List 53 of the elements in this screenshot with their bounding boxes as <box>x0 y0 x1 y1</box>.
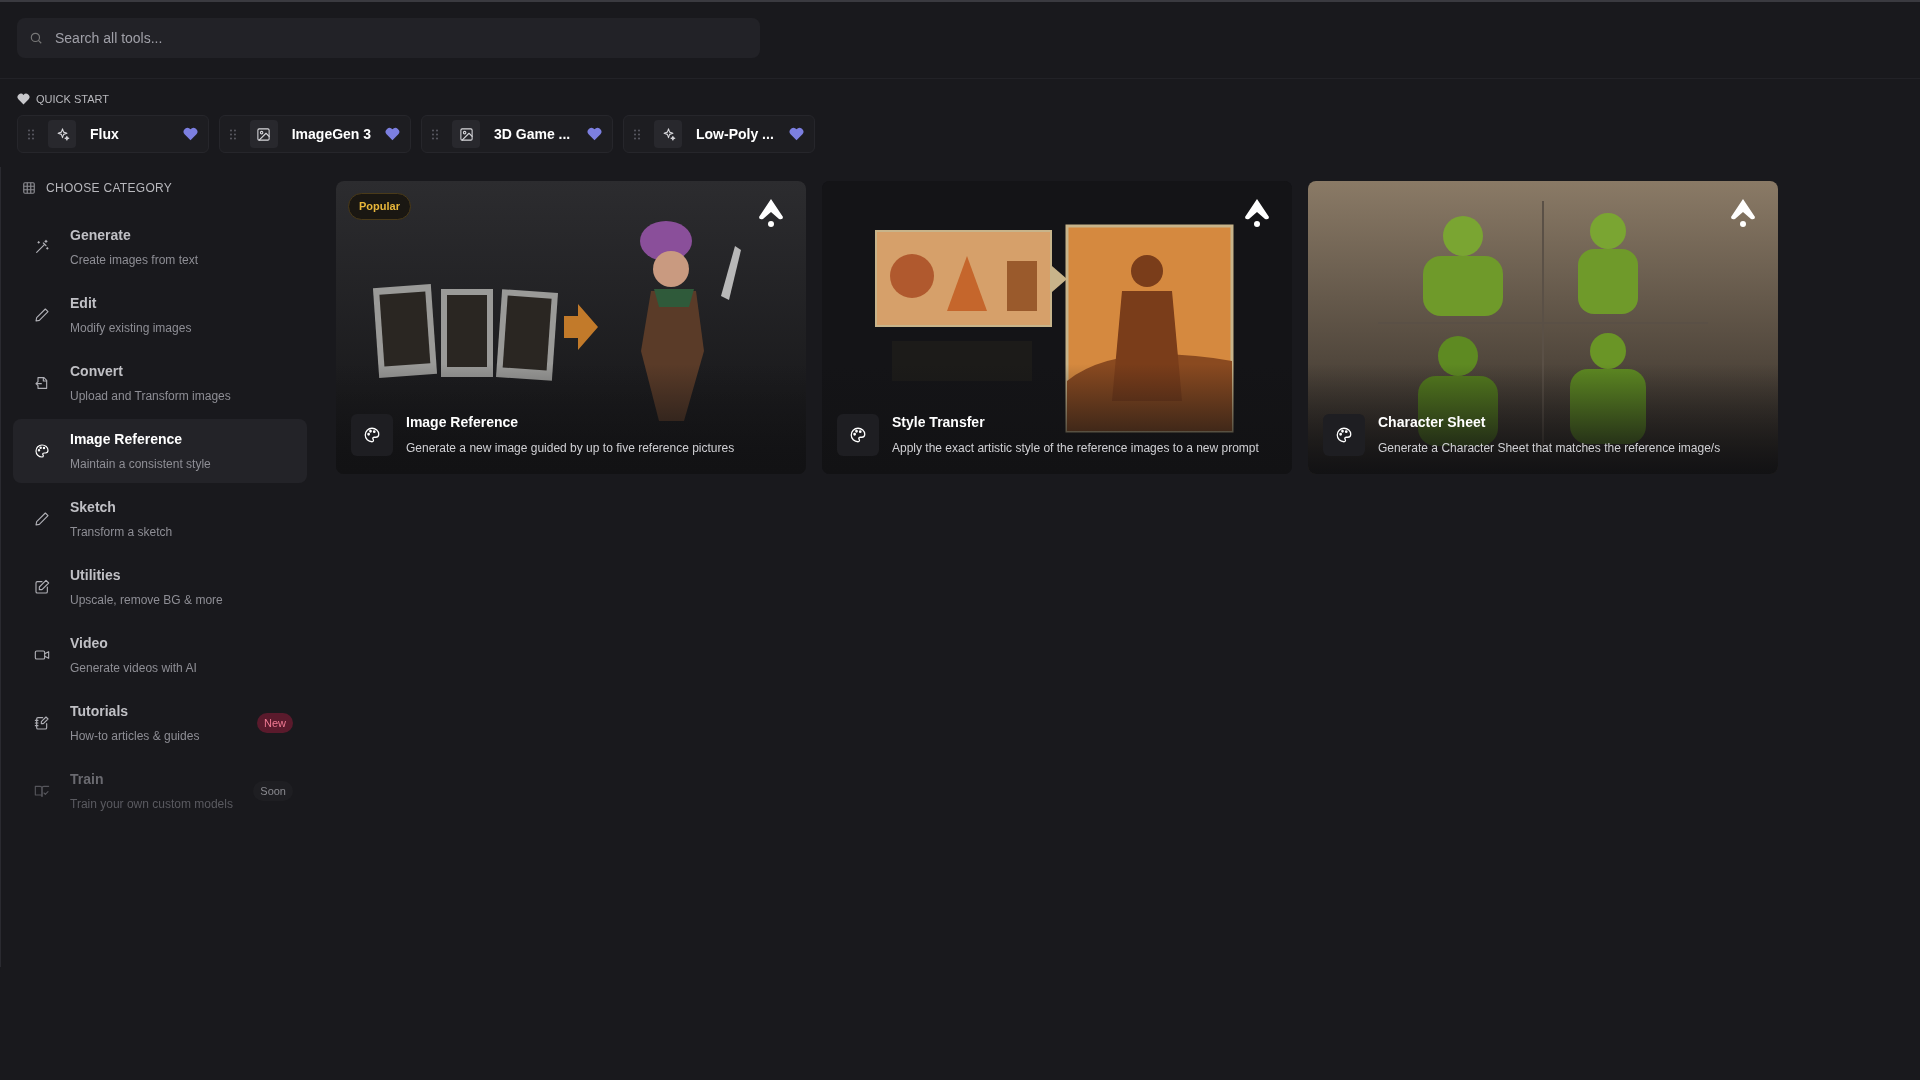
pencil-icon <box>34 511 50 527</box>
drag-handle-icon[interactable] <box>28 128 34 140</box>
drag-handle-icon[interactable] <box>230 128 236 140</box>
grid-icon <box>22 181 36 195</box>
quick-start-chip[interactable]: Flux <box>17 115 209 153</box>
status-badge: Soon <box>253 780 293 802</box>
card-title: Style Transfer <box>892 413 986 432</box>
card-description: Apply the exact artistic style of the reference images to a new prompt <box>892 440 1259 457</box>
category-item[interactable]: Video Generate videos with AI <box>13 623 307 687</box>
section-title: CHOOSE CATEGORY <box>46 180 173 197</box>
quick-start-chip[interactable]: ImageGen 3 <box>219 115 411 153</box>
heart-icon[interactable] <box>789 127 804 141</box>
palette-icon <box>34 443 50 459</box>
logo-icon <box>1244 198 1270 228</box>
edit-icon <box>34 579 50 595</box>
category-item[interactable]: Edit Modify existing images <box>13 283 307 347</box>
heart-icon[interactable] <box>183 127 198 141</box>
category-item[interactable]: Utilities Upscale, remove BG & more <box>13 555 307 619</box>
quick-start-chip[interactable]: 3D Game ... <box>421 115 613 153</box>
section-title: QUICK START <box>36 91 109 107</box>
category-item[interactable]: Sketch Transform a sketch <box>13 487 307 551</box>
card-description: Generate a new image guided by up to five reference pictures <box>406 440 735 457</box>
card-description: Generate a Character Sheet that matches the reference image/s <box>1378 440 1721 457</box>
search-icon <box>29 31 43 45</box>
quick-start-chip[interactable]: Low-Poly ... <box>623 115 815 153</box>
status-badge: New <box>257 712 293 734</box>
category-item[interactable]: Image Reference Maintain a consistent style <box>13 419 307 483</box>
heart-icon <box>17 93 30 105</box>
drag-handle-icon[interactable] <box>634 128 640 140</box>
card-title: Character Sheet <box>1378 413 1487 432</box>
drag-handle-icon[interactable] <box>432 128 438 140</box>
category-item[interactable]: Tutorials How-to articles & guides New <box>13 691 307 755</box>
palette-icon <box>849 425 867 444</box>
tool-card[interactable]: Character Sheet Generate a Character Sheet that matches the reference image/s <box>1308 181 1778 474</box>
palette-icon <box>363 425 381 444</box>
palette-icon <box>1335 425 1353 444</box>
video-camera-icon <box>34 647 50 663</box>
logo-icon <box>1730 198 1756 228</box>
book-icon <box>34 783 50 799</box>
category-item[interactable]: Generate Create images from text <box>13 215 307 279</box>
heart-icon[interactable] <box>587 127 602 141</box>
heart-icon[interactable] <box>385 127 400 141</box>
popular-badge: Popular <box>348 193 411 220</box>
search-field[interactable]: Search all tools... <box>17 18 760 58</box>
image-icon <box>458 126 474 142</box>
file-arrow-icon <box>34 375 50 391</box>
logo-icon <box>758 198 784 228</box>
card-title: Image Reference <box>406 413 520 432</box>
notebook-icon <box>34 715 50 731</box>
category-item[interactable]: Convert Upload and Transform images <box>13 351 307 415</box>
pencil-icon <box>34 307 50 323</box>
magic-wand-icon <box>34 239 50 255</box>
image-icon <box>256 126 272 142</box>
